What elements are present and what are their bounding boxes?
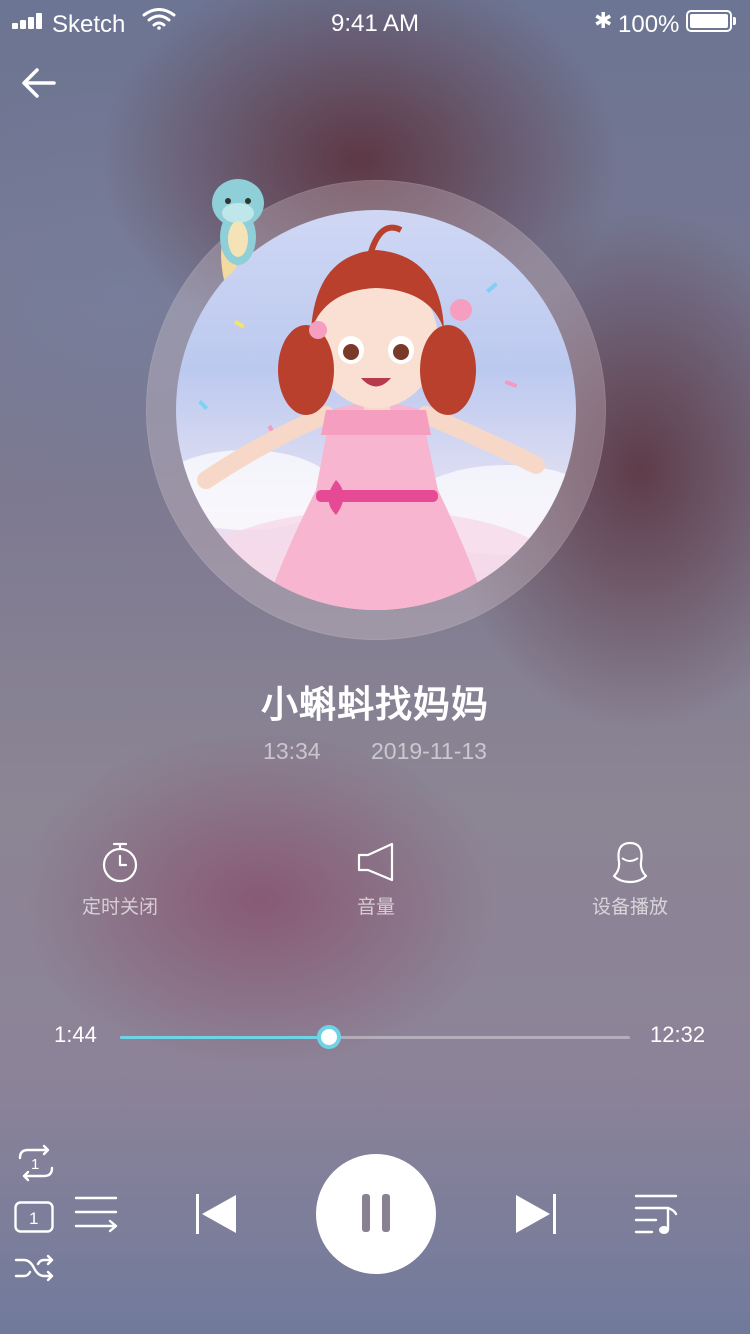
volume-button[interactable]: 音量: [296, 840, 456, 919]
status-bar: Sketch 9:41 AM ✱ 100%: [0, 0, 750, 44]
svg-text:1: 1: [29, 1209, 38, 1228]
speaker-icon: [357, 842, 394, 882]
device-label: 设备播放: [591, 897, 668, 918]
tadpole-mascot-icon: [212, 179, 264, 280]
total-time: 12:32: [650, 1022, 706, 1047]
device-play-button[interactable]: 设备播放: [550, 840, 710, 919]
current-time: 1:44: [54, 1022, 97, 1047]
battery-icon: [686, 10, 736, 32]
track-date: 2019-11-13: [371, 738, 487, 764]
progress-fill: [120, 1036, 330, 1039]
repeat-one-icon[interactable]: 1: [14, 1144, 58, 1182]
bluetooth-icon: ✱: [594, 8, 613, 33]
previous-icon[interactable]: [194, 1192, 238, 1236]
svg-text:1: 1: [31, 1156, 39, 1173]
timer-button[interactable]: 定时关闭: [40, 840, 200, 919]
track-duration: 13:34: [263, 738, 321, 764]
play-once-icon[interactable]: 1: [14, 1201, 54, 1233]
next-icon[interactable]: [514, 1192, 558, 1236]
device-icon: [612, 841, 648, 884]
playlist-icon[interactable]: [634, 1192, 678, 1236]
timer-label: 定时关闭: [81, 897, 158, 918]
volume-label: 音量: [356, 897, 395, 918]
list-icon[interactable]: [74, 1194, 118, 1234]
shuffle-icon[interactable]: [14, 1252, 56, 1284]
progress-knob[interactable]: [317, 1025, 342, 1049]
pause-button[interactable]: [316, 1154, 436, 1274]
track-meta: 13:34 2019-11-13: [0, 738, 750, 765]
back-arrow-icon[interactable]: [18, 62, 60, 104]
timer-icon: [102, 842, 138, 883]
progress-bar[interactable]: [120, 1025, 630, 1049]
battery-percent: 100%: [618, 11, 680, 38]
track-title: 小蝌蚪找妈妈: [261, 684, 489, 725]
